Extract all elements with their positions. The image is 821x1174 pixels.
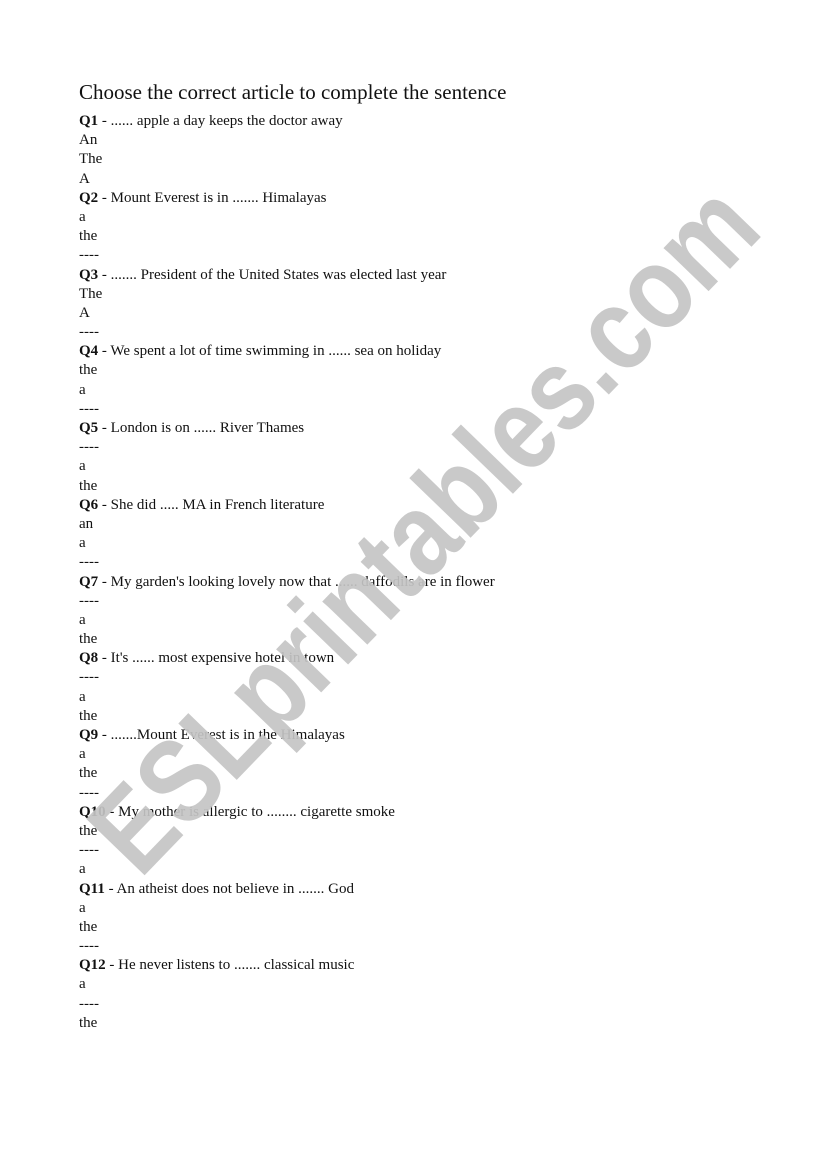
question-prompt: Q4 - We spent a lot of time swimming in … xyxy=(79,342,779,361)
question-text: - My mother is allergic to ........ ciga… xyxy=(105,803,395,820)
answer-option[interactable]: a xyxy=(79,745,779,764)
question-text: - ....... President of the United States… xyxy=(98,266,447,283)
answer-option[interactable]: ---- xyxy=(79,553,779,572)
answer-option[interactable]: ---- xyxy=(79,995,779,1014)
question-text: - It's ...... most expensive hotel in to… xyxy=(98,650,335,667)
answer-option[interactable]: the xyxy=(79,918,779,937)
worksheet: Choose the correct article to complete t… xyxy=(79,78,779,1033)
question-item: Q2 - Mount Everest is in ....... Himalay… xyxy=(79,189,779,266)
question-item: Q10 - My mother is allergic to ........ … xyxy=(79,803,779,880)
answer-option[interactable]: The xyxy=(79,285,779,304)
answer-option[interactable]: the xyxy=(79,764,779,783)
question-item: Q4 - We spent a lot of time swimming in … xyxy=(79,342,779,419)
answer-option[interactable]: a xyxy=(79,860,779,879)
worksheet-title: Choose the correct article to complete t… xyxy=(79,80,507,104)
answer-option[interactable]: a xyxy=(79,381,779,400)
question-number: Q4 xyxy=(79,343,99,360)
answer-option[interactable]: a xyxy=(79,899,779,918)
question-prompt: Q11 - An atheist does not believe in ...… xyxy=(79,880,779,899)
answer-option[interactable]: ---- xyxy=(79,400,779,419)
answer-option[interactable]: ---- xyxy=(79,323,779,342)
answer-option[interactable]: the xyxy=(79,361,779,380)
answer-option[interactable]: a xyxy=(79,534,779,553)
question-number: Q8 xyxy=(79,650,99,667)
question-text: - My garden's looking lovely now that ..… xyxy=(98,573,495,590)
question-text: - An atheist does not believe in .......… xyxy=(104,880,354,897)
answer-option[interactable]: the xyxy=(79,707,779,726)
question-text: - ...... apple a day keeps the doctor aw… xyxy=(98,113,343,129)
answer-option[interactable]: ---- xyxy=(79,438,779,457)
answer-option[interactable]: ---- xyxy=(79,784,779,803)
answer-option[interactable]: ---- xyxy=(79,668,779,687)
answer-option[interactable]: A xyxy=(79,304,779,323)
question-prompt: Q2 - Mount Everest is in ....... Himalay… xyxy=(79,189,779,208)
question-item: Q3 - ....... President of the United Sta… xyxy=(79,266,779,343)
question-prompt: Q6 - She did ..... MA in French literatu… xyxy=(79,496,779,515)
question-item: Q11 - An atheist does not believe in ...… xyxy=(79,880,779,957)
answer-option[interactable]: a xyxy=(79,208,779,227)
question-number: Q10 xyxy=(79,803,106,820)
answer-option[interactable]: a xyxy=(79,611,779,630)
question-prompt: Q1 - ...... apple a day keeps the doctor… xyxy=(79,112,779,131)
question-number: Q6 xyxy=(79,496,99,513)
question-number: Q12 xyxy=(79,957,106,974)
answer-option[interactable]: ---- xyxy=(79,592,779,611)
question-text: - .......Mount Everest is in the Himalay… xyxy=(98,727,345,743)
question-number: Q5 xyxy=(79,420,99,436)
question-item: Q5 - London is on ...... River Thames ---… xyxy=(79,419,779,496)
answer-option[interactable]: ---- xyxy=(79,841,779,860)
answer-option[interactable]: the xyxy=(79,822,779,841)
question-text: - London is on ...... River Thames xyxy=(98,420,305,436)
answer-option[interactable]: ---- xyxy=(79,246,779,265)
question-number: Q2 xyxy=(79,189,99,206)
question-number: Q7 xyxy=(79,573,99,590)
question-item: Q7 - My garden's looking lovely now that… xyxy=(79,573,779,650)
question-item: Q1 - ...... apple a day keeps the doctor… xyxy=(79,112,779,189)
question-item: Q6 - She did ..... MA in French literatu… xyxy=(79,496,779,573)
question-item: Q8 - It's ...... most expensive hotel in… xyxy=(79,649,779,726)
question-item: Q9 - .......Mount Everest is in the Hima… xyxy=(79,726,779,803)
question-number: Q11 xyxy=(79,880,105,897)
question-text: - He never listens to ....... classical … xyxy=(105,957,355,974)
question-number: Q1 xyxy=(79,113,99,129)
question-prompt: Q8 - It's ...... most expensive hotel in… xyxy=(79,649,779,668)
answer-option[interactable]: the xyxy=(79,630,779,649)
answer-option[interactable]: ---- xyxy=(79,937,779,956)
answer-option[interactable]: An xyxy=(79,131,779,150)
answer-option[interactable]: an xyxy=(79,515,779,534)
question-text: - She did ..... MA in French literature xyxy=(98,496,325,513)
answer-option[interactable]: the xyxy=(79,227,779,246)
question-number: Q3 xyxy=(79,266,99,283)
question-prompt: Q7 - My garden's looking lovely now that… xyxy=(79,573,779,592)
answer-option[interactable]: A xyxy=(79,170,779,189)
question-prompt: Q5 - London is on ...... River Thames xyxy=(79,419,779,438)
question-prompt: Q10 - My mother is allergic to ........ … xyxy=(79,803,779,822)
answer-option[interactable]: a xyxy=(79,975,779,994)
question-number: Q9 xyxy=(79,727,99,743)
question-prompt: Q3 - ....... President of the United Sta… xyxy=(79,266,779,285)
answer-option[interactable]: The xyxy=(79,150,779,169)
question-list: Q1 - ...... apple a day keeps the doctor… xyxy=(79,112,779,1033)
question-text: - We spent a lot of time swimming in ...… xyxy=(98,343,442,360)
answer-option[interactable]: the xyxy=(79,1014,779,1033)
answer-option[interactable]: the xyxy=(79,477,779,496)
question-prompt: Q9 - .......Mount Everest is in the Hima… xyxy=(79,726,779,745)
question-text: - Mount Everest is in ....... Himalayas xyxy=(98,189,327,206)
question-prompt: Q12 - He never listens to ....... classi… xyxy=(79,956,779,975)
answer-option[interactable]: a xyxy=(79,457,779,476)
answer-option[interactable]: a xyxy=(79,688,779,707)
question-item: Q12 - He never listens to ....... classi… xyxy=(79,956,779,1033)
